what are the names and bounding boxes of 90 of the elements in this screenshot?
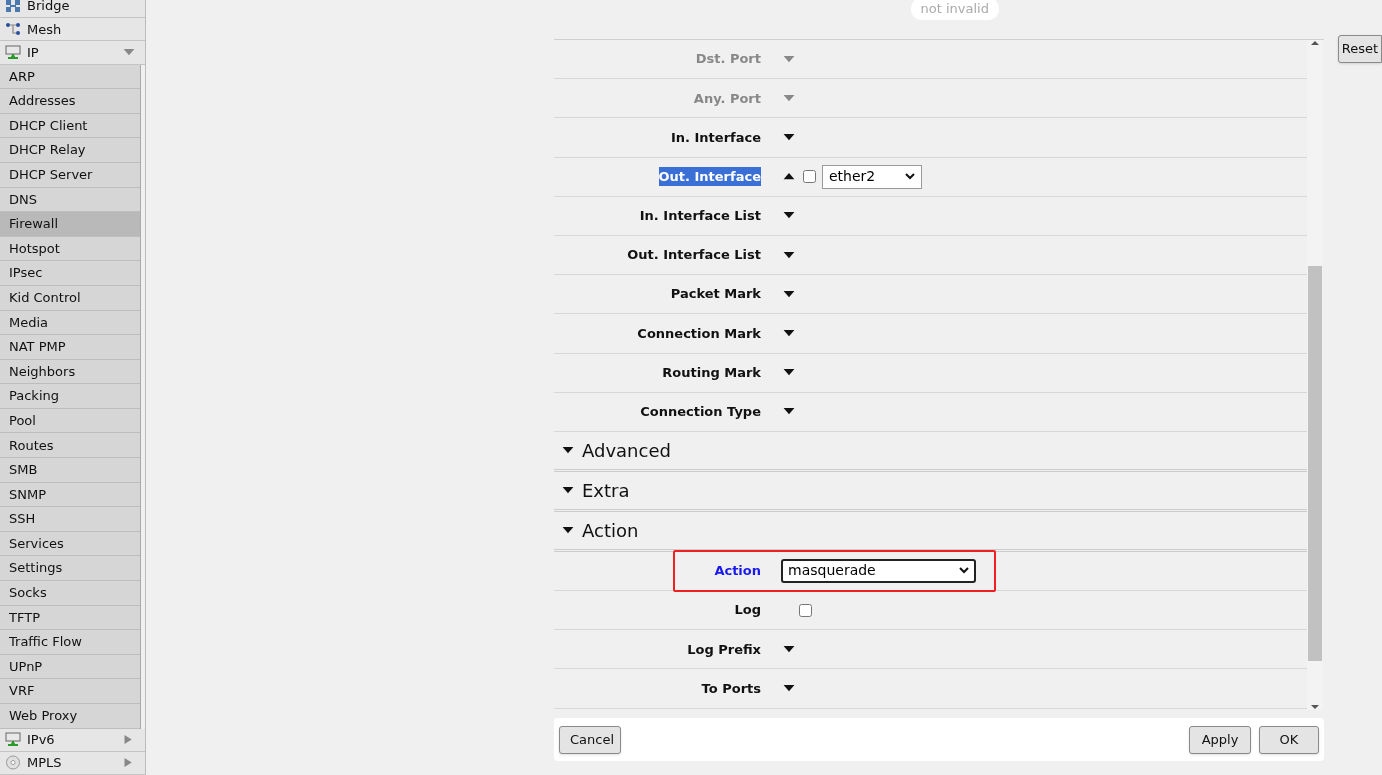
reset-button[interactable]: Reset [1338, 35, 1382, 63]
submenu-item[interactable]: Packing [0, 384, 140, 409]
submenu-item[interactable]: Addresses [0, 89, 140, 114]
caret-icon [783, 328, 795, 338]
status-badge: not invalid [910, 0, 999, 20]
nodes-icon [5, 22, 21, 37]
disc-icon [5, 755, 21, 771]
submenu-item[interactable]: NAT PMP [0, 335, 140, 360]
toggle-caret[interactable] [783, 407, 795, 417]
field-label: Connection Type [640, 403, 761, 422]
submenu-item[interactable]: Settings [0, 556, 140, 582]
apply-button[interactable]: Apply [1189, 725, 1251, 754]
submenu-item[interactable]: IPsec [0, 261, 140, 286]
caret-icon [783, 211, 795, 221]
submenu-item[interactable]: UPnP [0, 654, 140, 680]
section-header[interactable]: Action [582, 516, 639, 544]
caret-icon [783, 407, 795, 417]
checkbox[interactable] [803, 169, 816, 185]
toggle-caret[interactable] [783, 368, 795, 378]
field-label: Packet Mark [670, 285, 761, 304]
network-icon [5, 44, 21, 60]
submenu-item[interactable]: DHCP Server [0, 162, 140, 188]
caret-icon [783, 289, 795, 299]
submenu-item[interactable]: SMB [0, 458, 140, 483]
submenu-item[interactable]: Kid Control [0, 285, 140, 311]
submenu-item[interactable]: DNS [0, 187, 140, 213]
field-label: Connection Mark [637, 324, 761, 343]
field-label: Log [734, 601, 761, 620]
submenu-item[interactable]: Neighbors [0, 359, 140, 385]
field-label: Log Prefix [687, 640, 761, 659]
submenu-item[interactable]: Web Proxy [0, 704, 140, 729]
caret-icon [783, 368, 795, 378]
submenu-item[interactable]: TFTP [0, 605, 140, 631]
field-label: In. Interface List [639, 207, 761, 226]
interface-dropdown[interactable]: ether2 [822, 164, 922, 189]
menu-item[interactable]: IPv6 [0, 728, 145, 752]
caret-icon [783, 172, 795, 182]
field-label: Dst. Port [695, 50, 761, 69]
field-label: In. Interface [670, 128, 761, 147]
caret-icon [783, 93, 795, 103]
action-dropdown[interactable]: masquerade [781, 558, 976, 583]
toggle-caret[interactable] [783, 132, 795, 142]
network-icon [5, 732, 21, 748]
submenu-item[interactable]: SNMP [0, 482, 140, 508]
submenu-item[interactable]: DHCP Client [0, 113, 140, 139]
submenu-item[interactable]: Pool [0, 408, 140, 434]
submenu-item[interactable]: Traffic Flow [0, 630, 140, 655]
field-label: Out. Interface List [627, 246, 761, 265]
caret-icon [783, 684, 795, 694]
section-header[interactable]: Extra [582, 476, 630, 504]
scroll-up-icon[interactable] [1311, 40, 1319, 46]
submenu-item[interactable]: Services [0, 531, 140, 557]
submenu-item[interactable]: Hotspot [0, 236, 140, 262]
menu-item[interactable]: Mesh [0, 18, 145, 42]
toggle-caret[interactable] [783, 172, 795, 182]
chevron-icon [905, 173, 915, 181]
caret-icon [783, 644, 795, 654]
caret-icon [783, 54, 795, 64]
menu-item[interactable]: MPLS [0, 751, 145, 775]
submenu-item[interactable]: SSH [0, 507, 140, 532]
scrollbar[interactable] [1307, 40, 1323, 710]
submenu-item[interactable]: Socks [0, 581, 140, 606]
submenu-item[interactable]: DHCP Relay [0, 138, 140, 163]
ok-button[interactable]: OK [1259, 725, 1319, 754]
toggle-caret[interactable] [783, 684, 795, 694]
submenu-item[interactable]: VRF [0, 679, 140, 704]
submenu-item[interactable]: Firewall [0, 212, 140, 237]
section-header[interactable]: Advanced [582, 436, 671, 464]
field-label: Routing Mark [662, 363, 761, 382]
toggle-caret[interactable] [783, 328, 795, 338]
menu-item[interactable]: Bridge [0, 0, 145, 19]
nodes-icon [5, 0, 21, 14]
scroll-down-icon[interactable] [1311, 704, 1319, 710]
menu-item[interactable]: IP [0, 41, 145, 65]
submenu-item[interactable]: Routes [0, 433, 140, 459]
field-label: Action [714, 562, 761, 581]
caret-icon [783, 132, 795, 142]
field-label: Out. Interface [658, 166, 761, 187]
submenu-item[interactable]: ARP [0, 64, 140, 90]
toggle-caret[interactable] [783, 211, 795, 221]
submenu-item[interactable]: Media [0, 310, 140, 336]
cancel-button[interactable]: Cancel [559, 725, 621, 754]
toggle-caret[interactable] [783, 289, 795, 299]
checkbox[interactable] [799, 603, 812, 617]
field-label: Any. Port [693, 89, 761, 108]
chevron-icon [959, 567, 969, 575]
toggle-caret[interactable] [783, 250, 795, 260]
field-label: To Ports [701, 679, 761, 698]
toggle-caret[interactable] [783, 644, 795, 654]
caret-icon [783, 250, 795, 260]
